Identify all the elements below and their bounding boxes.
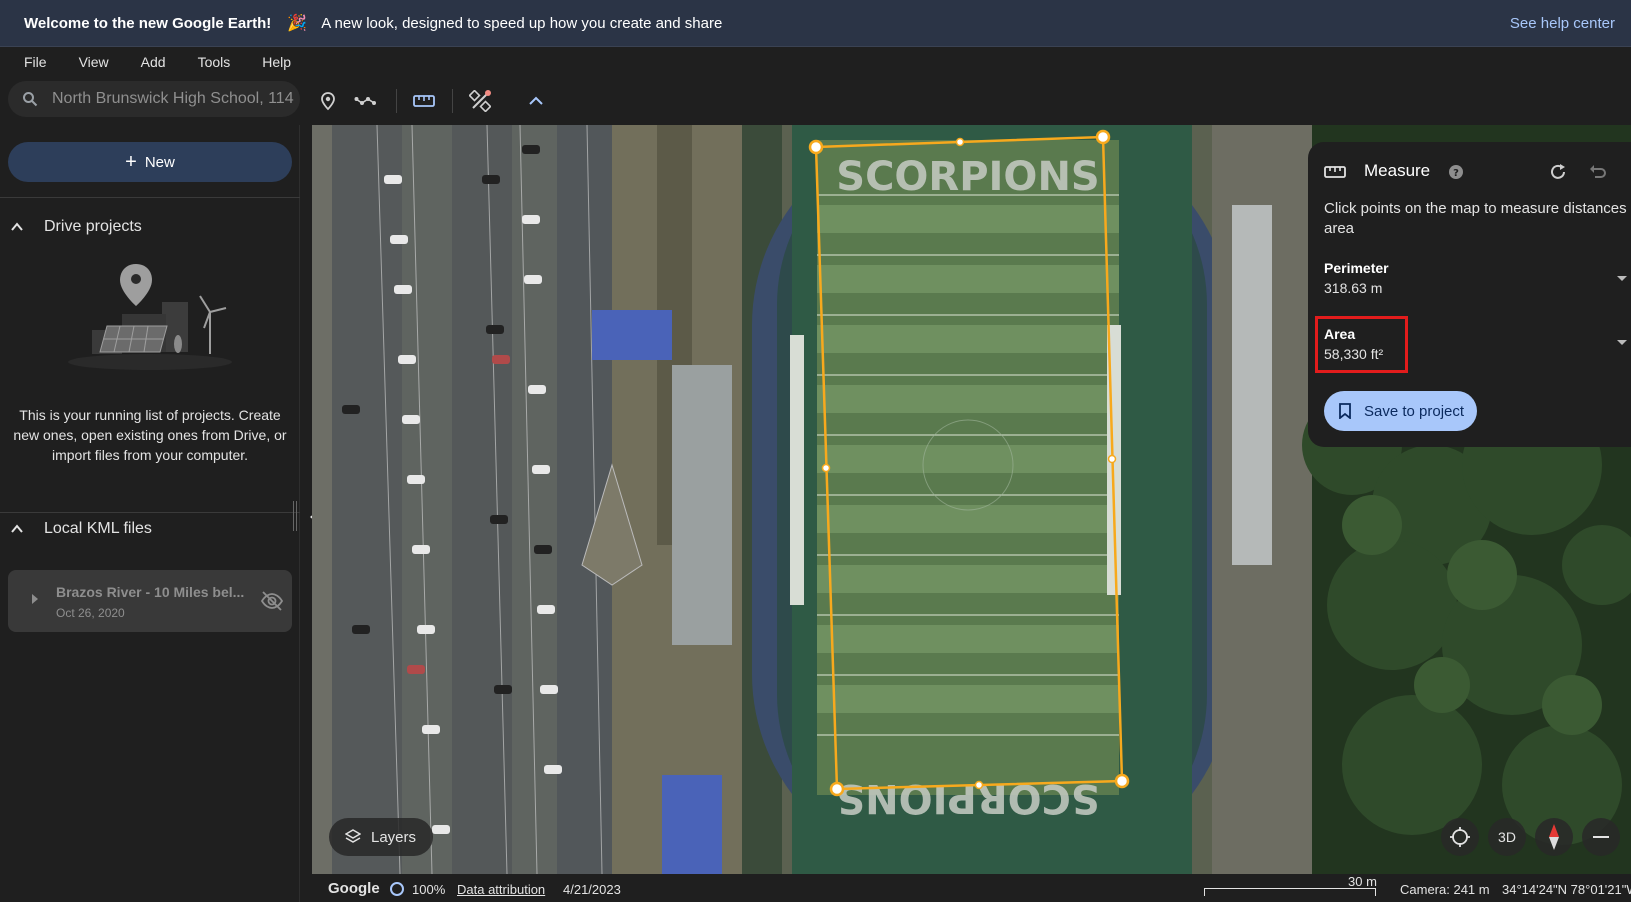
measure-vertex[interactable] [808,139,824,155]
local-kml-header[interactable]: Local KML files [0,513,300,545]
menu-help[interactable]: Help [262,54,291,70]
local-kml-title: Local KML files [44,520,152,537]
scale-bar [1204,888,1376,896]
menu-bar: File View Add Tools Help [0,47,1631,77]
kml-list-item[interactable]: Brazos River - 10 Miles bel... Oct 26, 2… [8,570,292,632]
search-icon [23,92,38,107]
sidebar-divider [0,197,300,198]
measure-instructions-line2: area [1324,220,1355,237]
compass-icon [1549,824,1559,850]
visibility-off-icon[interactable] [260,589,284,613]
toolbar-divider [452,89,453,113]
measure-midpoint[interactable] [1107,454,1117,464]
redo-icon[interactable] [1548,162,1568,182]
sidebar-resize-handle[interactable] [293,501,297,531]
menu-view[interactable]: View [79,54,109,70]
menu-add[interactable]: Add [141,54,166,70]
chevron-up-icon[interactable] [522,87,550,115]
measure-instructions-line1: Click points on the map to measure dista… [1324,200,1631,217]
imagery-date: 4/21/2023 [563,882,621,897]
party-popper-icon: 🎉 [287,15,308,32]
projects-sidebar: + New Drive projects This is your runnin… [0,125,300,902]
expand-arrow-icon[interactable] [32,594,38,604]
toolbar-divider [396,89,397,113]
new-label: New [144,153,175,171]
data-attribution-link[interactable]: Data attribution [457,882,545,897]
drive-projects-title: Drive projects [44,218,142,235]
search-input[interactable] [52,90,300,108]
help-icon[interactable]: ? [1448,164,1464,180]
3d-label: 3D [1498,829,1516,845]
scale-label: 30 m [1348,874,1377,889]
status-bar: Google 100% Data attribution 4/21/2023 3… [312,874,1631,902]
measure-midpoint[interactable] [821,463,831,473]
empty-projects-help: This is your running list of projects. C… [13,407,287,463]
zoom-out-button[interactable] [1582,818,1620,856]
chevron-up-icon [11,222,23,231]
save-to-project-button[interactable]: Save to project [1324,391,1477,431]
placemark-icon[interactable] [314,87,342,115]
perimeter-label: Perimeter [1324,260,1389,276]
svg-text:?: ? [1453,168,1459,179]
plus-icon: + [125,151,137,173]
loading-ring-icon [390,882,404,896]
notification-dot [485,90,491,96]
measure-midpoint[interactable] [955,137,965,147]
measure-vertex[interactable] [829,781,845,797]
search-box[interactable] [8,81,300,117]
toggle-3d-button[interactable]: 3D [1488,818,1526,856]
zoom-percent: 100% [412,882,446,897]
chevron-up-icon [11,524,23,533]
layers-label: Layers [371,828,417,846]
satellite-icon[interactable] [466,87,494,115]
kml-item-name: Brazos River - 10 Miles bel... [56,584,245,600]
layers-icon [345,829,361,843]
google-logo: Google [328,880,380,897]
my-location-button[interactable] [1441,818,1479,856]
field-text-top: SCORPIONS [836,154,1099,200]
measure-vertex[interactable] [1095,129,1111,145]
save-label: Save to project [1364,402,1465,420]
toolbar [0,77,1631,125]
layers-button[interactable]: Layers [329,818,433,856]
undo-icon[interactable] [1588,162,1608,182]
measure-title: Measure [1364,161,1431,180]
measure-instructions: Click points on the map to measure dista… [1324,199,1631,239]
measure-midpoint[interactable] [974,780,984,790]
area-units-dropdown-icon[interactable] [1617,340,1627,345]
perimeter-units-dropdown-icon[interactable] [1617,276,1627,281]
compass-button[interactable] [1535,818,1573,856]
camera-altitude: Camera: 241 m [1400,882,1490,897]
bookmark-icon [1339,403,1351,419]
minus-icon [1593,836,1609,838]
coordinates: 34°14'24"N 78°01'21"W [1502,882,1631,897]
ruler-icon [1324,166,1346,178]
ruler-icon[interactable] [410,87,438,115]
menu-tools[interactable]: Tools [198,54,231,70]
new-project-button[interactable]: + New [8,142,292,182]
banner-title: Welcome to the new Google Earth! [24,14,272,32]
area-highlight-box [1315,316,1408,373]
see-help-center-link[interactable]: See help center [1510,15,1615,32]
path-icon[interactable] [352,87,380,115]
crosshair-icon [1450,827,1470,847]
measure-panel: Measure ? Click points on the map to mea… [1308,142,1631,447]
measure-vertex[interactable] [1114,773,1130,789]
banner-message: A new look, designed to speed up how you… [321,14,723,32]
welcome-banner: Welcome to the new Google Earth! 🎉 A new… [0,0,1631,47]
kml-item-date: Oct 26, 2020 [56,606,125,620]
empty-projects-illustration [68,264,232,370]
menu-file[interactable]: File [24,54,47,70]
drive-projects-header[interactable]: Drive projects [0,211,300,243]
perimeter-value: 318.63 m [1324,280,1383,296]
